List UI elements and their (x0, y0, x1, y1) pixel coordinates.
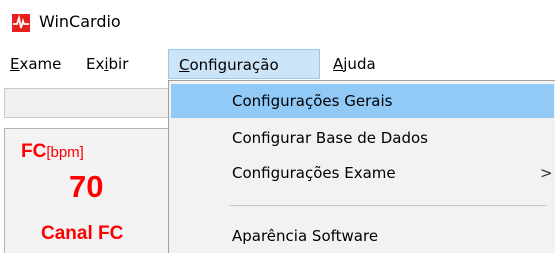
panel-header-strip (4, 88, 170, 118)
heart-rate-label: FC[bpm] (21, 141, 84, 163)
menu-item-configuracoes-gerais[interactable]: Configurações Gerais (171, 84, 554, 118)
chevron-right-icon: > (540, 164, 553, 182)
heart-rate-panel: FC[bpm] 70 Canal FC (4, 128, 170, 253)
menu-exame-label: xame (19, 55, 62, 73)
menu-item-aparencia-software[interactable]: Aparência Software (171, 219, 554, 253)
heart-rate-value: 70 (69, 169, 104, 204)
menu-exibir[interactable]: Exibir (86, 48, 128, 80)
menu-exame[interactable]: Exame (10, 48, 61, 80)
menu-exibir-label-end: bir (108, 55, 129, 73)
fc-label-text: FC (21, 141, 47, 162)
heart-rate-channel-label: Canal FC (41, 223, 124, 244)
menu-configuracao[interactable]: Configuração (168, 49, 320, 79)
menu-ajuda-label: juda (343, 55, 376, 73)
menu-ajuda-mnemonic: A (333, 55, 344, 73)
title-bar: WinCardio (0, 0, 555, 48)
menu-bar: Exame Exibir Configuração Ajuda (0, 48, 555, 80)
menu-item-label: Configurações Gerais (232, 92, 393, 110)
configuracao-dropdown-menu: Configurações Gerais Configurar Base de … (168, 80, 555, 253)
menu-configuracao-label: onfiguração (189, 56, 279, 74)
wincardio-heartbeat-icon (12, 14, 30, 32)
fc-unit-text: [bpm] (46, 144, 84, 161)
menu-item-label: Configurar Base de Dados (232, 129, 428, 147)
menu-item-configurar-base-de-dados[interactable]: Configurar Base de Dados (171, 121, 554, 155)
menu-item-label: Configurações Exame (232, 164, 396, 182)
menu-item-configuracoes-exame[interactable]: Configurações Exame > (171, 156, 554, 190)
menu-separator (229, 205, 547, 206)
menu-item-label: Aparência Software (232, 227, 379, 245)
menu-ajuda[interactable]: Ajuda (333, 48, 376, 80)
menu-exibir-label-start: Ex (86, 55, 105, 73)
menu-configuracao-mnemonic: C (179, 56, 190, 74)
window-title: WinCardio (39, 12, 121, 31)
